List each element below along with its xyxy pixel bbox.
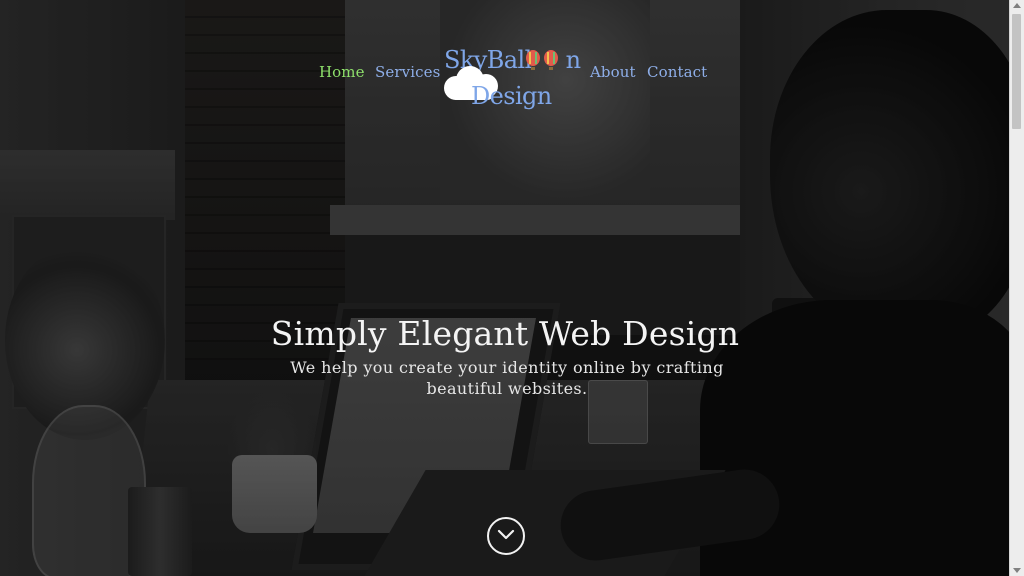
chevron-down-icon <box>497 529 515 540</box>
hero-title: Simply Elegant Web Design <box>270 314 740 353</box>
nav-services-link[interactable]: Services <box>375 63 440 81</box>
scrollbar-thumb[interactable] <box>1012 14 1021 129</box>
scroll-up-arrow-icon[interactable] <box>1013 3 1021 8</box>
vertical-scrollbar[interactable] <box>1009 0 1024 576</box>
scroll-down-button[interactable] <box>487 517 525 555</box>
site-logo[interactable]: SkyBall n Design <box>440 44 581 114</box>
scroll-down-arrow-icon[interactable] <box>1013 568 1021 573</box>
nav-home-link[interactable]: Home <box>319 63 365 81</box>
page: Home Services About Contact SkyBall n De… <box>0 0 1024 576</box>
logo-text-line2: Design <box>471 82 552 110</box>
nav-about-link[interactable]: About <box>590 63 636 81</box>
hot-air-balloon-icon <box>526 50 558 70</box>
hero-subtitle: We help you create your identity online … <box>290 358 724 398</box>
nav-contact-link[interactable]: Contact <box>647 63 707 81</box>
